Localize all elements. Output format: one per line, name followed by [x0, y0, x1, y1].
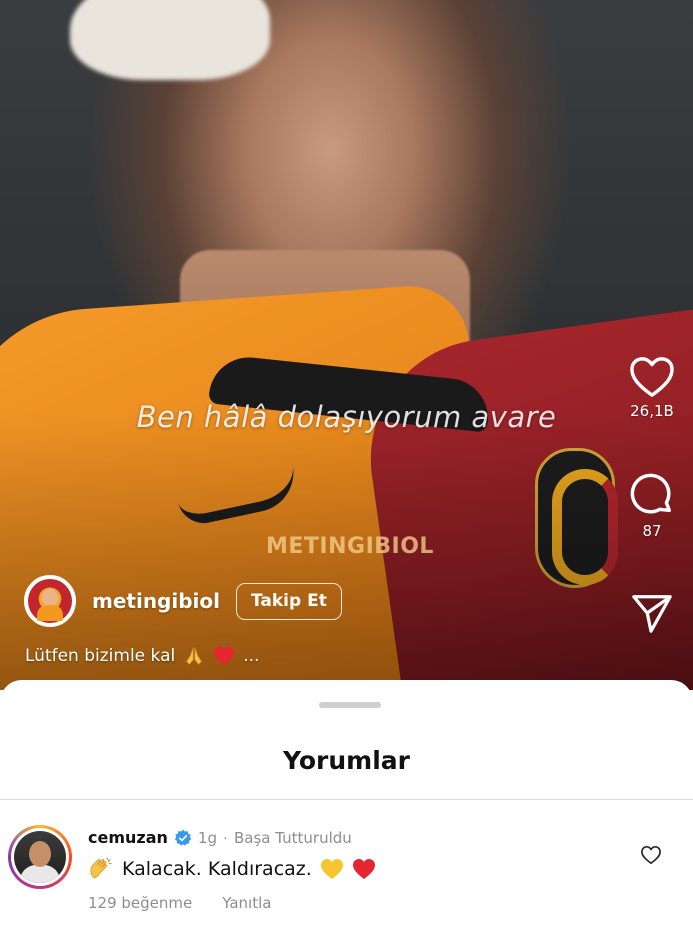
comments-sheet: Yorumlar cemuzan 1g · Başa Tutturuldu Ka… — [0, 680, 693, 952]
sheet-drag-handle[interactable] — [319, 702, 381, 708]
comment-body: Kalacak. Kaldıracaz. — [88, 856, 376, 882]
reply-button[interactable]: Yanıtla — [222, 894, 271, 912]
comment-meta: cemuzan 1g · Başa Tutturuldu — [88, 828, 352, 847]
author-avatar[interactable] — [24, 575, 76, 627]
video-watermark: METINGIBIOL — [266, 534, 434, 559]
share-action[interactable] — [622, 592, 682, 634]
heart-icon[interactable] — [629, 356, 675, 398]
comment-icon[interactable] — [629, 472, 675, 518]
reel-author-row: metingibiol Takip Et — [24, 575, 342, 627]
red-heart-emoji — [214, 646, 235, 666]
comment-heart-icon[interactable] — [640, 845, 662, 865]
clapping-hands-emoji — [90, 857, 112, 879]
comment-text: Kalacak. Kaldıracaz. — [122, 858, 312, 880]
comment-pinned-label: Başa Tutturuldu — [233, 828, 352, 847]
verified-badge-icon — [174, 829, 192, 846]
comment-time: 1g — [197, 828, 217, 847]
folded-hands-emoji — [186, 647, 203, 665]
comment-item: cemuzan 1g · Başa Tutturuldu Kalacak. Ka… — [0, 800, 693, 952]
comments-title: Yorumlar — [283, 746, 410, 775]
comment-action[interactable]: 87 — [622, 472, 682, 540]
caption-more[interactable]: ... — [243, 646, 259, 666]
reel-video[interactable]: Ben hâlâ dolaşıyorum avare METINGIBIOL 2… — [0, 0, 693, 690]
reel-caption[interactable]: Lütfen bizimle kal ... — [25, 645, 259, 667]
red-heart-emoji — [352, 859, 375, 879]
commenter-avatar[interactable] — [8, 825, 72, 889]
comment-username[interactable]: cemuzan — [88, 828, 168, 847]
share-icon[interactable] — [630, 592, 674, 634]
comment-actions: 129 beğenme Yanıtla — [88, 894, 271, 912]
author-username[interactable]: metingibiol — [92, 589, 220, 613]
like-count: 26,1B — [630, 402, 674, 420]
caption-text: Lütfen bizimle kal — [25, 646, 176, 666]
comment-likes-count[interactable]: 129 beğenme — [88, 894, 192, 912]
meta-separator: · — [222, 829, 228, 846]
yellow-heart-emoji — [320, 859, 343, 879]
comment-count: 87 — [642, 522, 662, 540]
follow-button[interactable]: Takip Et — [236, 582, 342, 620]
like-action[interactable]: 26,1B — [622, 356, 682, 420]
video-lyric-overlay: Ben hâlâ dolaşıyorum avare — [136, 400, 557, 434]
